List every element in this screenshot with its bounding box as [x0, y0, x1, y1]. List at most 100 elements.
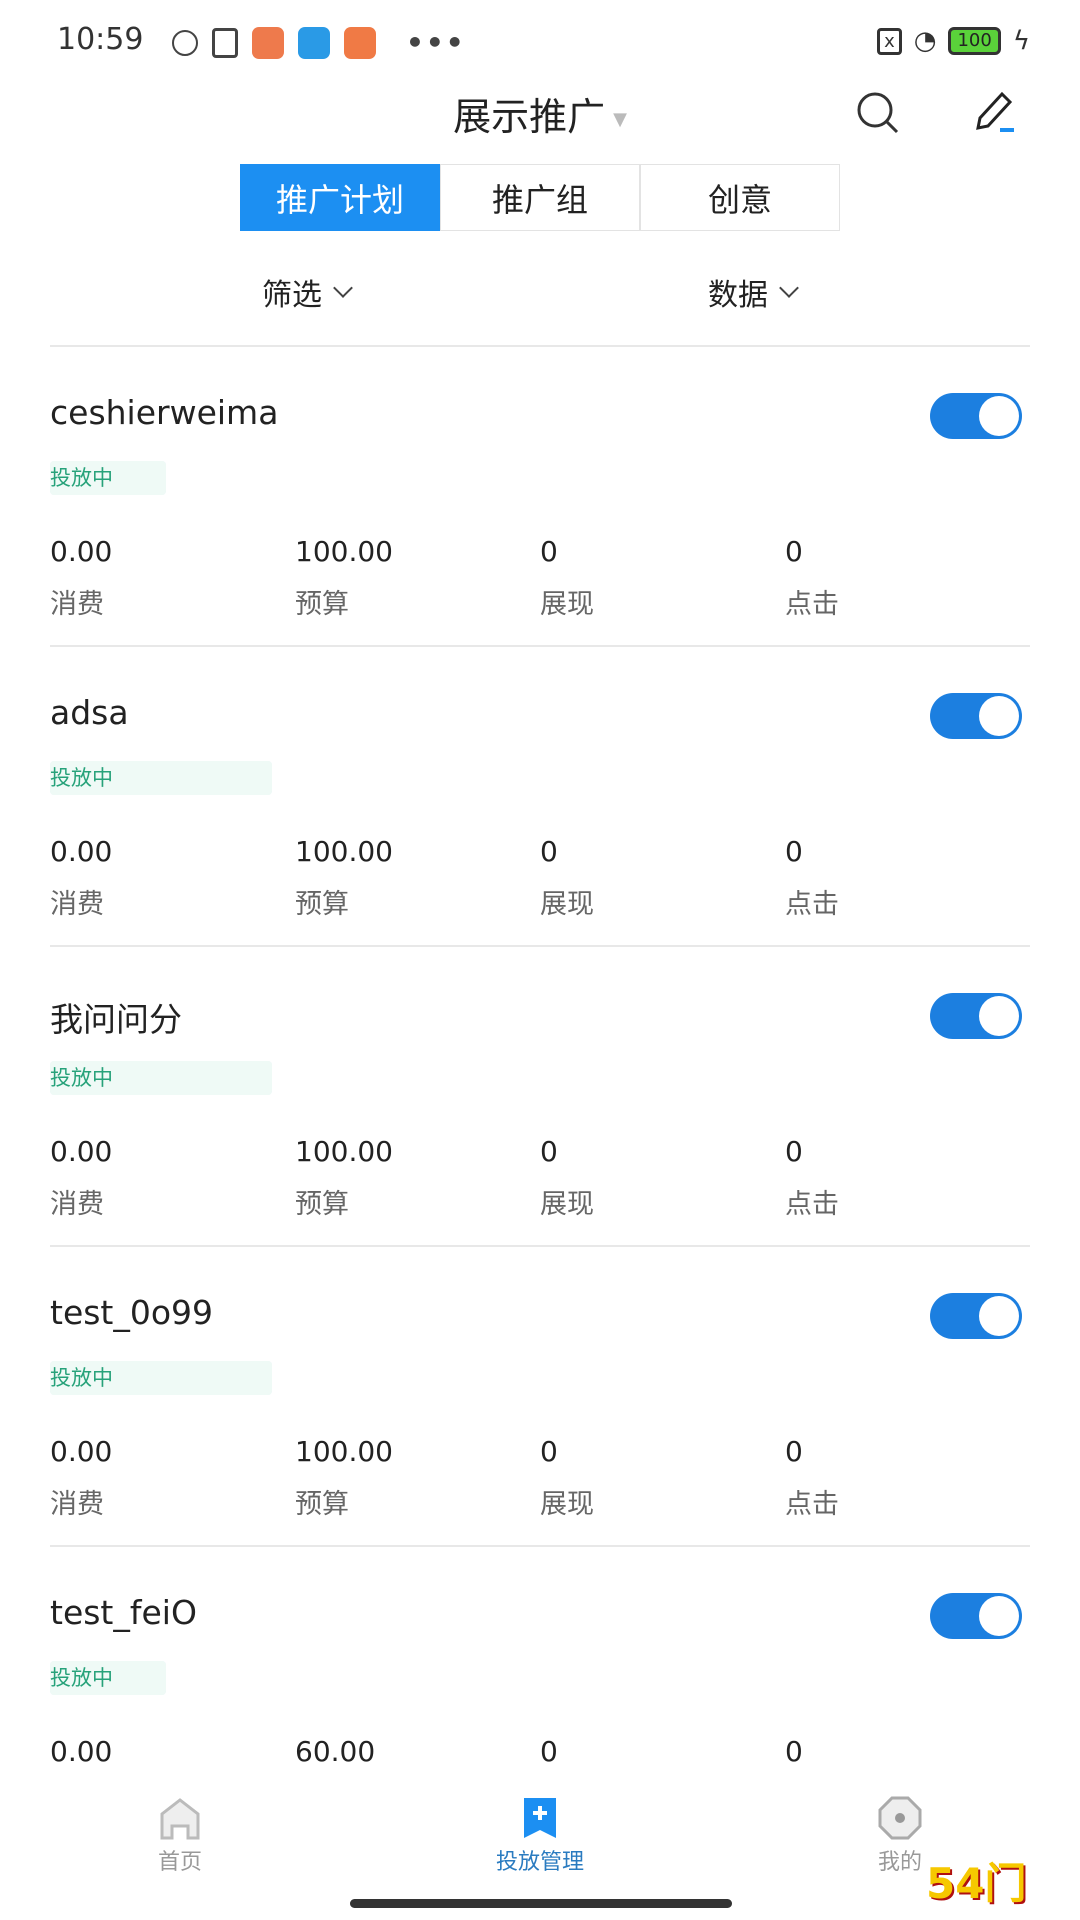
campaign-toggle[interactable] — [930, 993, 1022, 1039]
metric-value: 0.00 — [50, 1435, 113, 1468]
metric-impressions: 0 展现 — [540, 1435, 594, 1521]
battery-icon: 100 — [948, 27, 1001, 55]
metric-label: 展现 — [540, 1189, 594, 1220]
tag-list: 投放中全站智选OCPM — [50, 761, 272, 795]
campaign-toggle[interactable] — [930, 693, 1022, 739]
metric-budget: 100.00 预算 — [295, 535, 393, 621]
nav-home[interactable]: 首页 — [80, 1796, 280, 1876]
metric-budget: 100.00 预算 — [295, 1435, 393, 1521]
campaign-name: test_0o99 — [50, 1293, 214, 1332]
metric-label: 展现 — [540, 1489, 594, 1520]
campaign-card[interactable]: 我问问分 投放中全站智选OCPM 0.00 消费 100.00 预算 0 展现 0 点击 — [50, 945, 1030, 1245]
metric-value: 0 — [540, 535, 558, 568]
home-icon — [160, 1798, 200, 1840]
wifi-icon: ◔ — [913, 26, 937, 56]
metric-value: 0 — [785, 1435, 803, 1468]
status-badge: 投放中 — [50, 1061, 272, 1095]
tab-ad-groups[interactable]: 推广组 — [440, 164, 640, 231]
campaign-card[interactable]: ceshierweima 投放中全站智选 0.00 消费 100.00 预算 0 展现 0 点… — [50, 345, 1030, 645]
filter-bar: 筛选 数据 — [0, 270, 1080, 320]
metric-value: 100.00 — [295, 835, 393, 868]
chevron-down-icon — [779, 278, 799, 298]
metric-impressions: 0 展现 — [540, 1135, 594, 1221]
metric-spend: 0.00 消费 — [50, 835, 112, 921]
metric-value: 0.00 — [50, 535, 113, 568]
metric-label: 点击 — [785, 1189, 839, 1220]
no-sim-icon: x — [877, 27, 902, 55]
metric-value: 0.00 — [50, 1735, 113, 1768]
metric-spend: 0.00 消费 — [50, 1135, 112, 1221]
campaign-name: test_feiO — [50, 1593, 197, 1632]
status-badge: 投放中 — [50, 1661, 166, 1695]
edit-button[interactable] — [970, 88, 1018, 140]
metric-value: 0 — [540, 835, 558, 868]
campaign-card[interactable]: adsa 投放中全站智选OCPM 0.00 消费 100.00 预算 0 展现 0 点击 — [50, 645, 1030, 945]
app-notification-icon — [252, 26, 284, 59]
campaign-name: adsa — [50, 693, 129, 732]
metric-label: 展现 — [540, 589, 594, 620]
metric-clicks: 0 点击 — [785, 835, 839, 921]
app-notification-icon — [298, 26, 330, 59]
status-badge: 投放中 — [50, 461, 166, 495]
metric-value: 60.00 — [295, 1735, 376, 1768]
metric-label: 预算 — [295, 1489, 349, 1520]
metric-label: 消费 — [50, 589, 104, 620]
metric-label: 预算 — [295, 889, 349, 920]
pencil-icon — [976, 91, 1014, 132]
metric-clicks: 0 点击 — [785, 535, 839, 621]
metric-value: 100.00 — [295, 1435, 393, 1468]
tag-list: 投放中全站智选 — [50, 461, 166, 495]
status-badge: 投放中 — [50, 761, 272, 795]
nav-ad-management[interactable]: 投放管理 — [440, 1796, 640, 1876]
chevron-down-icon — [333, 278, 353, 298]
campaign-toggle[interactable] — [930, 393, 1022, 439]
filter-dropdown[interactable]: 筛选 — [262, 270, 353, 314]
metric-label: 点击 — [785, 589, 839, 620]
metric-value: 0 — [785, 1135, 803, 1168]
bottom-nav: 首页 投放管理 我的 — [0, 1770, 1080, 1920]
metric-value: 0 — [785, 835, 803, 868]
metric-label: 点击 — [785, 889, 839, 920]
metric-value: 0 — [785, 535, 803, 568]
notification-icons: ••• — [172, 26, 466, 59]
app-header: 展示推广 ▼ — [0, 80, 1080, 140]
metric-value: 0 — [540, 1735, 558, 1768]
campaign-toggle[interactable] — [930, 1293, 1022, 1339]
metric-value: 0 — [540, 1435, 558, 1468]
more-notifications-icon: ••• — [406, 26, 466, 59]
tag-list: 投放中全站智选OCPM — [50, 1361, 272, 1395]
campaign-name: 我问问分 — [50, 1000, 182, 1039]
metric-impressions: 0 展现 — [540, 535, 594, 621]
metric-spend: 0.00 消费 — [50, 535, 112, 621]
metric-value: 0.00 — [50, 835, 113, 868]
page-title[interactable]: 展示推广 ▼ — [0, 86, 1080, 141]
tag-list: 投放中全站智选OCPM — [50, 1061, 272, 1095]
metric-spend: 0.00 消费 — [50, 1435, 112, 1521]
segment-tabs: 推广计划 推广组 创意 — [240, 164, 840, 231]
watermark-logo: 54门 — [926, 1859, 1027, 1908]
metric-label: 消费 — [50, 1489, 104, 1520]
tab-campaigns[interactable]: 推广计划 — [240, 164, 440, 231]
metric-value: 0 — [540, 1135, 558, 1168]
mute-icon — [172, 29, 198, 56]
metric-budget: 100.00 预算 — [295, 835, 393, 921]
status-badge: 投放中 — [50, 1361, 272, 1395]
campaign-toggle[interactable] — [930, 1593, 1022, 1639]
tab-creatives[interactable]: 创意 — [640, 164, 840, 231]
campaign-card[interactable]: test_0o99 投放中全站智选OCPM 0.00消费100.00预算0展现0… — [50, 1245, 1030, 1545]
metric-value: 100.00 — [295, 535, 393, 568]
profile-icon — [878, 1796, 922, 1840]
metric-value: 0.00 — [50, 1135, 113, 1168]
metric-value: 100.00 — [295, 1135, 393, 1168]
metric-clicks: 0 点击 — [785, 1135, 839, 1221]
metric-value: 0 — [785, 1735, 803, 1768]
search-button[interactable] — [855, 90, 901, 140]
dropdown-caret-icon: ▼ — [613, 109, 627, 130]
metric-label: 预算 — [295, 1189, 349, 1220]
campaign-name: ceshierweima — [50, 393, 279, 432]
home-indicator[interactable] — [350, 1899, 732, 1908]
app-notification-icon — [344, 26, 376, 59]
metric-label: 消费 — [50, 1189, 104, 1220]
data-dropdown[interactable]: 数据 — [708, 270, 799, 314]
metric-impressions: 0 展现 — [540, 835, 594, 921]
